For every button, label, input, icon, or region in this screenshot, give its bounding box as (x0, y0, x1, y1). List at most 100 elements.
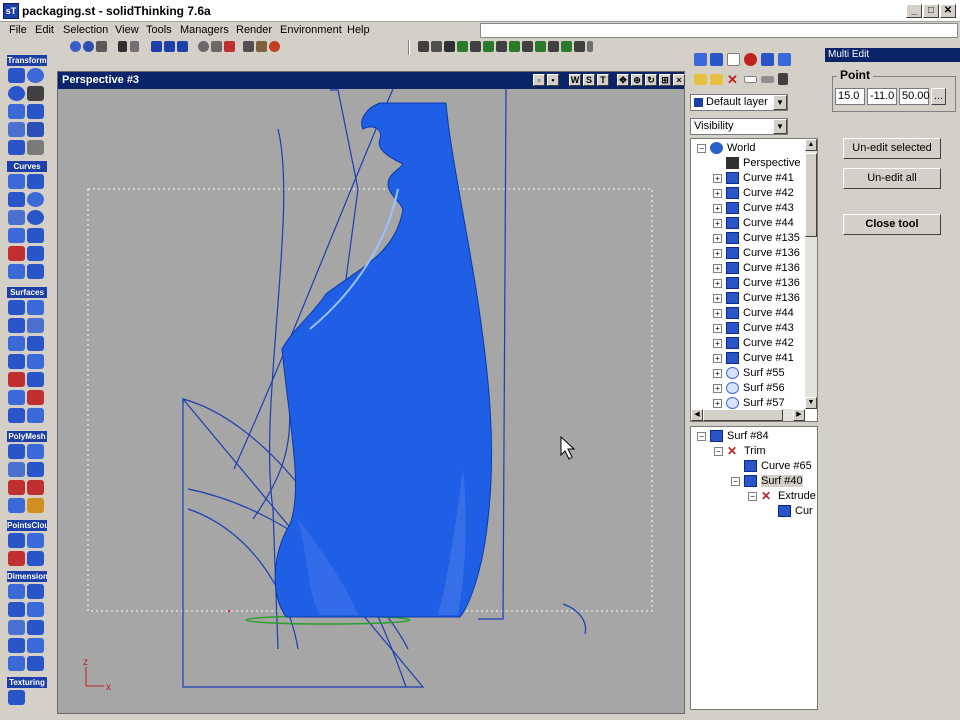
browse-materials-icon[interactable] (710, 53, 723, 66)
unedit-selected-button[interactable]: Un-edit selected (843, 138, 941, 159)
axis-z-icon[interactable] (177, 41, 188, 52)
tree-row[interactable]: Perspective (691, 156, 805, 171)
snap-intersect-icon[interactable] (548, 41, 559, 52)
lock-icon[interactable] (778, 73, 788, 85)
diameter-dim-tool-icon[interactable] (27, 602, 44, 617)
pan-icon[interactable]: ✥ (617, 74, 629, 86)
maximize-button[interactable]: □ (923, 4, 939, 18)
scroll-up-icon[interactable]: ▲ (805, 139, 817, 151)
scroll-thumb[interactable] (703, 409, 783, 421)
linear-dim-tool-icon[interactable] (8, 584, 25, 599)
arc-tool-icon[interactable] (8, 192, 25, 207)
join-mesh-tool-icon[interactable] (27, 480, 44, 495)
rib-tool-icon[interactable] (8, 408, 25, 423)
view-screen-button[interactable]: S (583, 74, 595, 86)
tree-row[interactable]: + Curve #41 (691, 171, 805, 186)
menu-selection[interactable]: Selection (63, 24, 108, 36)
expand-icon[interactable]: + (713, 399, 722, 408)
tree-row[interactable]: + Surf #55 (691, 366, 805, 381)
angular-dim-tool-icon[interactable] (27, 584, 44, 599)
collapse-icon[interactable]: − (731, 477, 740, 486)
menu-help[interactable]: Help (347, 24, 370, 36)
expand-icon[interactable]: + (713, 309, 722, 318)
pick-icon[interactable] (130, 41, 139, 52)
snap-knot-icon[interactable] (509, 41, 520, 52)
tree-row[interactable]: + Curve #44 (691, 216, 805, 231)
ordinate-dim-tool-icon[interactable] (8, 620, 25, 635)
sketch-tool-icon[interactable] (27, 228, 44, 243)
tree-row[interactable]: + Curve #41 (691, 351, 805, 366)
snap-tangent-icon[interactable] (522, 41, 533, 52)
bend-tool-icon[interactable] (27, 122, 44, 137)
reduce-mesh-tool-icon[interactable] (27, 462, 44, 477)
expand-icon[interactable]: + (713, 339, 722, 348)
expand-icon[interactable]: + (713, 219, 722, 228)
cap-tool-icon[interactable] (27, 498, 44, 513)
tree-row[interactable]: − ✕ Trim (691, 444, 805, 459)
loft-tool-icon[interactable] (8, 318, 25, 333)
horizontal-scrollbar[interactable]: ◀ ▶ (691, 409, 805, 421)
rotate-view-icon[interactable]: ↻ (645, 74, 657, 86)
array-tool-icon[interactable] (27, 86, 44, 101)
scroll-thumb[interactable] (805, 153, 817, 237)
tree-row[interactable]: Cur (691, 504, 813, 519)
tree-row[interactable]: + Curve #136 (691, 261, 805, 276)
scroll-right-icon[interactable]: ▶ (793, 409, 805, 421)
sweep-tool-icon[interactable] (27, 318, 44, 333)
collapse-icon[interactable]: − (697, 144, 706, 153)
point-z-field[interactable]: 50.00 (899, 88, 930, 105)
rotate-tool-icon[interactable] (27, 68, 44, 83)
snap-mid-icon[interactable] (457, 41, 468, 52)
fit-view-icon[interactable]: ⊞ (659, 74, 671, 86)
emboss-tool-icon[interactable] (27, 408, 44, 423)
toolset-header-pointscloud[interactable]: PointsClou (7, 520, 47, 531)
vertical-scrollbar[interactable]: ▲ ▼ (805, 139, 817, 409)
tree-row[interactable]: + Curve #136 (691, 276, 805, 291)
tree-row[interactable]: + Curve #135 (691, 231, 805, 246)
tree-row[interactable]: − ✕ Extrude (691, 489, 816, 504)
expand-icon[interactable]: + (713, 204, 722, 213)
tree-row[interactable]: + Curve #43 (691, 201, 805, 216)
measure-tool-icon[interactable] (27, 656, 44, 671)
menu-view[interactable]: View (115, 24, 139, 36)
snap-grid-icon[interactable] (418, 41, 429, 52)
scale-tool-icon[interactable] (8, 86, 25, 101)
fillet-surface-tool-icon[interactable] (27, 354, 44, 369)
cloud-import-tool-icon[interactable] (8, 533, 25, 548)
view-top-button[interactable]: T (597, 74, 609, 86)
tree-row[interactable]: + Surf #56 (691, 381, 805, 396)
subdivide-tool-icon[interactable] (27, 444, 44, 459)
expand-icon[interactable]: + (713, 249, 722, 258)
delete-icon[interactable]: ✕ (727, 73, 738, 86)
circle-tool-icon[interactable] (27, 192, 44, 207)
expand-icon[interactable]: + (713, 234, 722, 243)
browse-lights-icon[interactable] (761, 53, 774, 66)
boolean-tool-icon[interactable] (8, 390, 25, 405)
tree-row[interactable]: + Curve #43 (691, 321, 805, 336)
tree-row[interactable]: + Curve #42 (691, 336, 805, 351)
weld-tool-icon[interactable] (8, 498, 25, 513)
radial-dim-tool-icon[interactable] (8, 602, 25, 617)
expand-icon[interactable]: + (713, 279, 722, 288)
select-arrow-icon[interactable] (118, 41, 127, 52)
scroll-down-icon[interactable]: ▼ (805, 397, 817, 409)
chevron-down-icon[interactable]: ▼ (773, 95, 787, 110)
network-tool-icon[interactable] (27, 336, 44, 351)
cut-mesh-tool-icon[interactable] (8, 480, 25, 495)
texture-map-tool-icon[interactable] (8, 690, 25, 705)
fillet-tool-icon[interactable] (8, 246, 25, 261)
render-sphere-icon[interactable] (70, 41, 81, 52)
zoom-window-icon[interactable] (211, 41, 222, 52)
leader-tool-icon[interactable] (27, 620, 44, 635)
viewport-max-icon[interactable]: ▪ (547, 74, 559, 86)
shaded-sphere-icon[interactable] (83, 41, 94, 52)
cloud-fit-tool-icon[interactable] (27, 533, 44, 548)
tree-row[interactable]: + Curve #136 (691, 246, 805, 261)
perspective-viewport[interactable]: Perspective #3 ▫ ▪ W S T ✥ ⊕ ↻ ⊞ × z x (57, 71, 685, 714)
menu-tools[interactable]: Tools (146, 24, 172, 36)
tree-row[interactable]: + Curve #42 (691, 186, 805, 201)
expand-icon[interactable]: + (713, 189, 722, 198)
close-tool-button[interactable]: Close tool (843, 214, 941, 235)
patch-tool-icon[interactable] (8, 336, 25, 351)
eraser-icon[interactable] (744, 76, 757, 83)
